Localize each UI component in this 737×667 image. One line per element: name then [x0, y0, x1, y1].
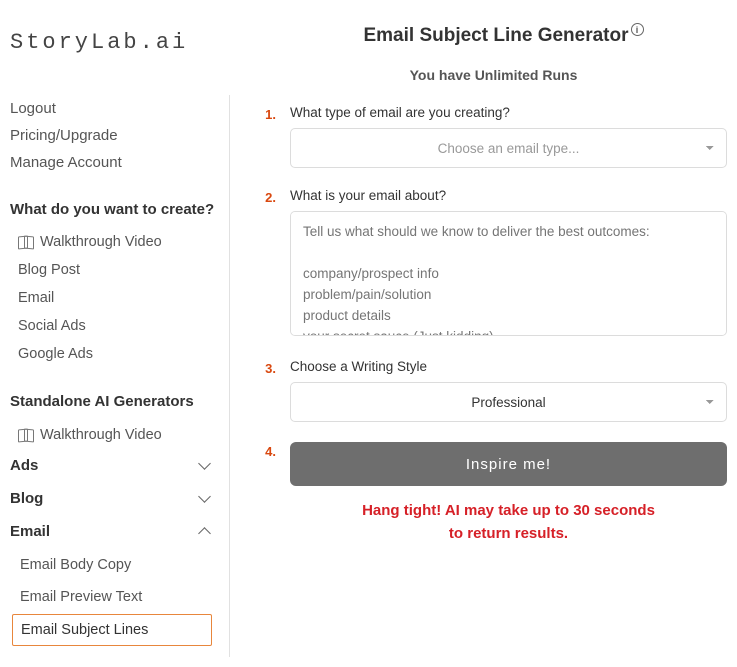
info-icon[interactable]: i: [631, 23, 644, 36]
step-number: 1.: [260, 105, 276, 122]
accordion-label: Blog: [10, 490, 43, 507]
form-row-2: 2. What is your email about?: [260, 188, 727, 339]
main-content: Email Subject Line Generatori You have U…: [230, 0, 737, 667]
step-number: 3.: [260, 359, 276, 376]
form-row-4: 4. Inspire me! Hang tight! AI may take u…: [260, 442, 727, 545]
sidebar-item-email[interactable]: Email: [10, 284, 230, 312]
step-number: 2.: [260, 188, 276, 205]
sidebar-item-label: Walkthrough Video: [40, 427, 162, 443]
chevron-down-icon: [198, 458, 212, 472]
sidebar-item-label: Google Ads: [18, 346, 93, 362]
sidebar-item-google-ads[interactable]: Google Ads: [10, 340, 230, 368]
chevron-up-icon: [198, 524, 212, 538]
wait-line-1: Hang tight! AI may take up to 30 seconds: [362, 502, 655, 519]
chevron-down-icon: [198, 491, 212, 505]
field-label-email-about: What is your email about?: [290, 188, 727, 203]
section-create-heading: What do you want to create?: [10, 200, 230, 220]
brand-logo: StoryLab.ai: [10, 30, 230, 55]
field-label-email-type: What type of email are you creating?: [290, 105, 727, 120]
section-standalone-heading: Standalone AI Generators: [10, 392, 230, 412]
accordion-ads[interactable]: Ads: [10, 449, 230, 482]
sidebar-item-label: Email: [18, 290, 54, 306]
accordion-label: Email: [10, 523, 50, 540]
sidebar-item-email-subject-lines[interactable]: Email Subject Lines: [12, 614, 212, 646]
wait-message: Hang tight! AI may take up to 30 seconds…: [290, 500, 727, 545]
form-row-1: 1. What type of email are you creating? …: [260, 105, 727, 168]
book-icon: [18, 429, 34, 441]
sidebar-item-label: Walkthrough Video: [40, 234, 162, 250]
wait-line-2: to return results.: [449, 525, 568, 542]
sidebar-item-social-ads[interactable]: Social Ads: [10, 312, 230, 340]
form-row-3: 3. Choose a Writing Style Professional: [260, 359, 727, 422]
sidebar-item-email-preview-text[interactable]: Email Preview Text: [12, 582, 212, 612]
sidebar: StoryLab.ai Logout Pricing/Upgrade Manag…: [0, 0, 230, 667]
nav-manage-account[interactable]: Manage Account: [10, 149, 230, 176]
nav-pricing[interactable]: Pricing/Upgrade: [10, 122, 230, 149]
field-label-writing-style: Choose a Writing Style: [290, 359, 727, 374]
accordion-blog[interactable]: Blog: [10, 482, 230, 515]
page-title: Email Subject Line Generatori: [280, 25, 727, 47]
accordion-email[interactable]: Email: [10, 515, 230, 548]
sidebar-item-label: Blog Post: [18, 262, 80, 278]
sidebar-item-walkthrough-video-2[interactable]: Walkthrough Video: [10, 421, 230, 449]
sidebar-item-email-body-copy[interactable]: Email Body Copy: [12, 550, 212, 580]
email-type-select[interactable]: Choose an email type...: [290, 128, 727, 168]
runs-remaining: You have Unlimited Runs: [260, 67, 727, 83]
accordion-label: Ads: [10, 457, 38, 474]
book-icon: [18, 236, 34, 248]
sidebar-item-walkthrough-video[interactable]: Walkthrough Video: [10, 228, 230, 256]
inspire-button[interactable]: Inspire me!: [290, 442, 727, 486]
nav-logout[interactable]: Logout: [10, 95, 230, 122]
step-number: 4.: [260, 442, 276, 459]
sidebar-item-label: Social Ads: [18, 318, 86, 334]
writing-style-select[interactable]: Professional: [290, 382, 727, 422]
email-about-textarea[interactable]: [290, 211, 727, 336]
page-title-text: Email Subject Line Generator: [363, 25, 628, 46]
sidebar-item-blog-post[interactable]: Blog Post: [10, 256, 230, 284]
